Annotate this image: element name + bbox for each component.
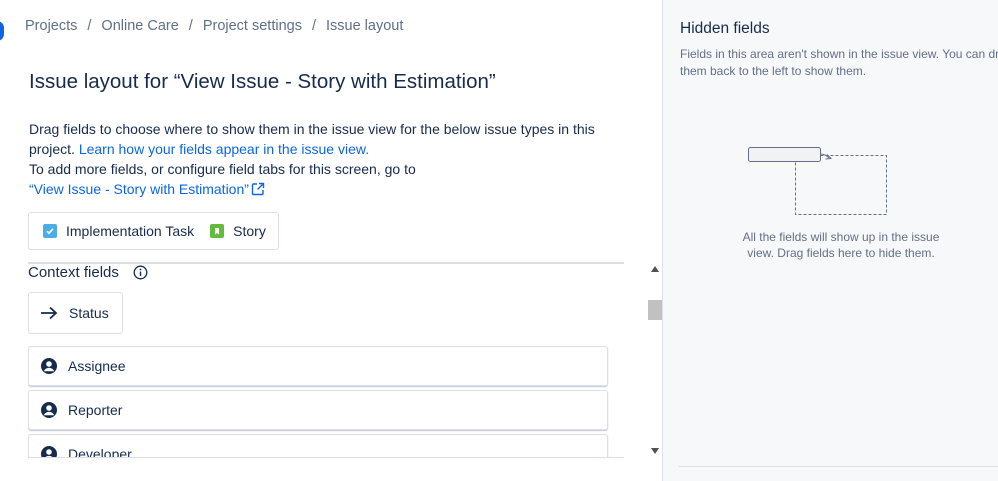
field-label: Assignee: [68, 358, 126, 374]
breadcrumb-projects[interactable]: Projects: [25, 18, 77, 34]
context-fields-heading: Context fields: [28, 264, 148, 281]
field-card-reporter[interactable]: Reporter: [28, 390, 608, 430]
context-fields-title: Context fields: [28, 264, 119, 281]
external-link-icon: [251, 182, 265, 196]
hidden-fields-description: Fields in this area aren't shown in the …: [680, 47, 998, 78]
info-icon[interactable]: [133, 265, 148, 280]
issue-type-story: Story: [210, 223, 266, 239]
description-text-2: To add more fields, or configure field t…: [29, 161, 416, 177]
context-fields-scroll-area[interactable]: Context fields Status Assignee Reporter: [28, 262, 624, 458]
issue-type-label: Implementation Task: [66, 223, 195, 239]
breadcrumb-project-settings[interactable]: Project settings: [203, 18, 302, 34]
breadcrumb-online-care[interactable]: Online Care: [101, 18, 178, 34]
breadcrumb-issue-layout[interactable]: Issue layout: [326, 18, 403, 34]
arrow-right-icon: [40, 306, 58, 320]
field-label: Developer: [68, 446, 132, 458]
drag-field-illustration-icon: [748, 147, 887, 215]
status-field-card[interactable]: Status: [28, 292, 123, 334]
page-title: Issue layout for “View Issue - Story wit…: [29, 70, 496, 93]
scroll-down-arrow-icon[interactable]: [651, 448, 659, 454]
hidden-fields-empty-text: All the fields will show up in the issue…: [742, 230, 940, 260]
field-card-developer[interactable]: Developer: [28, 434, 608, 458]
hidden-fields-title: Hidden fields: [680, 20, 770, 37]
panel-divider: [679, 466, 998, 467]
issue-types-box: Implementation Task Story: [28, 212, 279, 250]
learn-more-link[interactable]: Learn how your fields appear in the issu…: [79, 141, 369, 157]
issue-type-label: Story: [233, 223, 266, 239]
breadcrumb: Projects / Online Care / Project setting…: [25, 18, 403, 34]
field-card-assignee[interactable]: Assignee: [28, 346, 608, 386]
field-label: Reporter: [68, 402, 123, 418]
user-avatar-icon: [40, 445, 58, 457]
scrollbar-thumb[interactable]: [648, 300, 662, 320]
issue-layout-main: Projects / Online Care / Project setting…: [0, 0, 662, 481]
issue-type-implementation-task: Implementation Task: [43, 223, 194, 239]
sidebar-collapse-handle[interactable]: [0, 21, 4, 41]
screen-link-label: “View Issue - Story with Estimation”: [29, 181, 249, 197]
page-description: Drag fields to choose where to show them…: [29, 119, 629, 199]
screen-link[interactable]: “View Issue - Story with Estimation”: [29, 181, 265, 197]
vertical-scrollbar[interactable]: [648, 262, 662, 458]
story-bookmark-icon: [210, 224, 225, 238]
breadcrumb-separator: /: [188, 18, 193, 34]
user-avatar-icon: [40, 401, 58, 419]
task-checkbox-icon: [43, 224, 57, 238]
breadcrumb-separator: /: [311, 18, 316, 34]
scroll-up-arrow-icon[interactable]: [651, 266, 659, 272]
status-field-label: Status: [69, 305, 109, 321]
hidden-fields-panel[interactable]: Hidden fields Fields in this area aren't…: [662, 0, 998, 481]
breadcrumb-separator: /: [87, 18, 92, 34]
user-avatar-icon: [40, 357, 58, 375]
